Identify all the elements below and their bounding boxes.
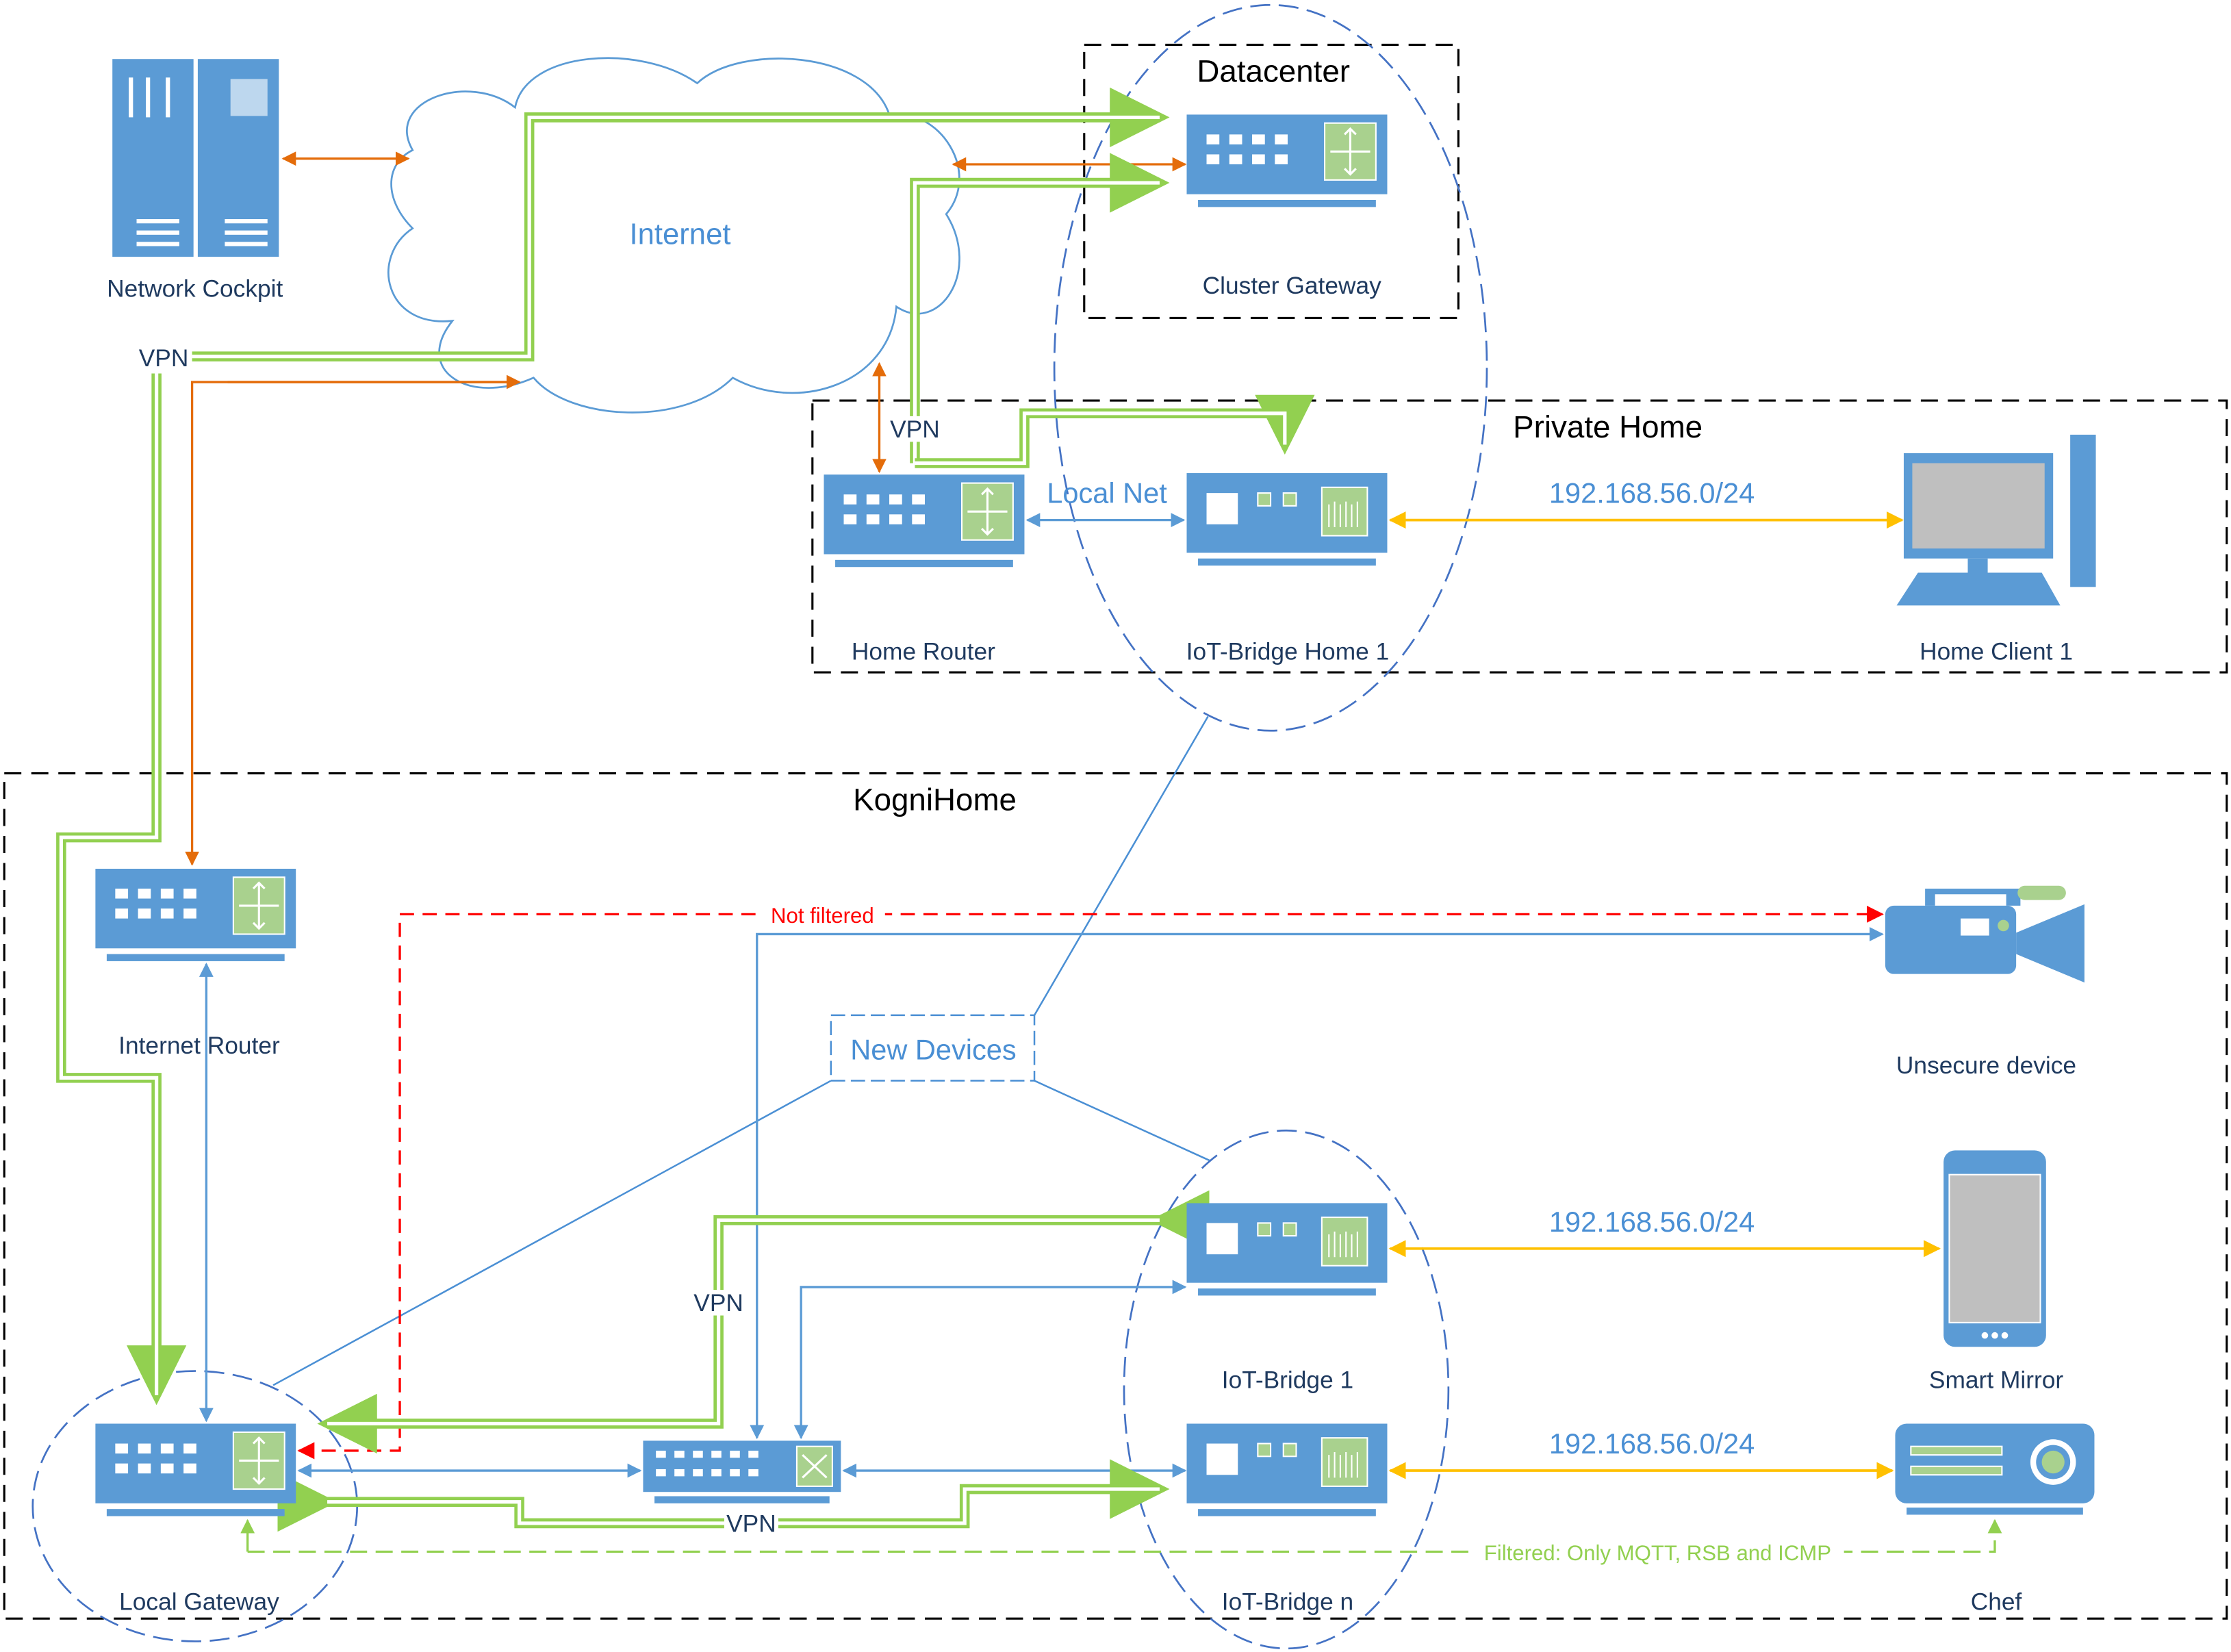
cluster-gateway-icon[interactable] — [1186, 114, 1388, 208]
local-gateway-icon[interactable] — [95, 1423, 296, 1518]
private-home-title: Private Home — [1513, 409, 1703, 444]
local-net-label: Local Net — [1047, 477, 1167, 509]
datacenter-title: Datacenter — [1197, 53, 1350, 88]
iot-bridge-n-label: IoT-Bridge n — [1222, 1589, 1353, 1616]
switch-icon[interactable] — [643, 1440, 841, 1503]
iot-bridge-1-icon[interactable] — [1186, 1203, 1388, 1297]
subnet-links — [1388, 511, 1941, 1479]
local-gateway-label: Local Gateway — [119, 1589, 279, 1616]
cluster-gateway-label: Cluster Gateway — [1203, 272, 1381, 299]
iot-bridge-home-1-icon[interactable] — [1186, 473, 1388, 567]
filtered-label: Filtered: Only MQTT, RSB and ICMP — [1484, 1541, 1831, 1565]
new-devices-callout — [272, 715, 1210, 1386]
not-filtered-link — [297, 905, 1884, 1460]
smart-mirror-phone-icon[interactable] — [1943, 1150, 2046, 1347]
subnet-label-bridge-1: 192.168.56.0/24 — [1549, 1206, 1755, 1238]
subnet-label-bridge-n: 192.168.56.0/24 — [1549, 1427, 1755, 1460]
chef-label: Chef — [1971, 1589, 2022, 1616]
network-cockpit-server-icon[interactable] — [112, 59, 279, 257]
home-client-1-pc-icon[interactable] — [1896, 434, 2096, 606]
unsecure-device-camera-icon[interactable] — [1885, 885, 2085, 983]
vpn-label-bridge-1: VPN — [693, 1290, 743, 1317]
vpn-label-home: VPN — [890, 416, 940, 443]
network-cockpit-label: Network Cockpit — [107, 275, 283, 302]
new-devices-label: New Devices — [850, 1033, 1016, 1065]
smart-mirror-label: Smart Mirror — [1929, 1367, 2063, 1393]
home-client-1-label: Home Client 1 — [1920, 638, 2073, 665]
unsecure-device-label: Unsecure device — [1896, 1052, 2076, 1079]
subnet-label-home: 192.168.56.0/24 — [1549, 477, 1755, 509]
internet-router-icon[interactable] — [95, 868, 296, 963]
vpn-label-cockpit: VPN — [139, 345, 189, 372]
internet-router-label: Internet Router — [118, 1032, 280, 1059]
local-links — [199, 513, 1884, 1478]
iot-bridge-1-label: IoT-Bridge 1 — [1222, 1367, 1353, 1393]
home-router-icon[interactable] — [824, 474, 1025, 568]
internet-label: Internet — [630, 217, 731, 251]
iot-bridge-home-1-label: IoT-Bridge Home 1 — [1186, 638, 1390, 665]
iot-bridge-n-icon[interactable] — [1186, 1423, 1388, 1517]
home-router-label: Home Router — [852, 638, 995, 665]
not-filtered-label: Not filtered — [771, 904, 874, 928]
network-diagram: Datacenter Private Home KogniHome Intern… — [3, 3, 2228, 1650]
vpn-label-bridge-n: VPN — [726, 1510, 776, 1537]
chef-projector-icon[interactable] — [1895, 1423, 2095, 1515]
kognihome-title: KogniHome — [853, 783, 1017, 817]
